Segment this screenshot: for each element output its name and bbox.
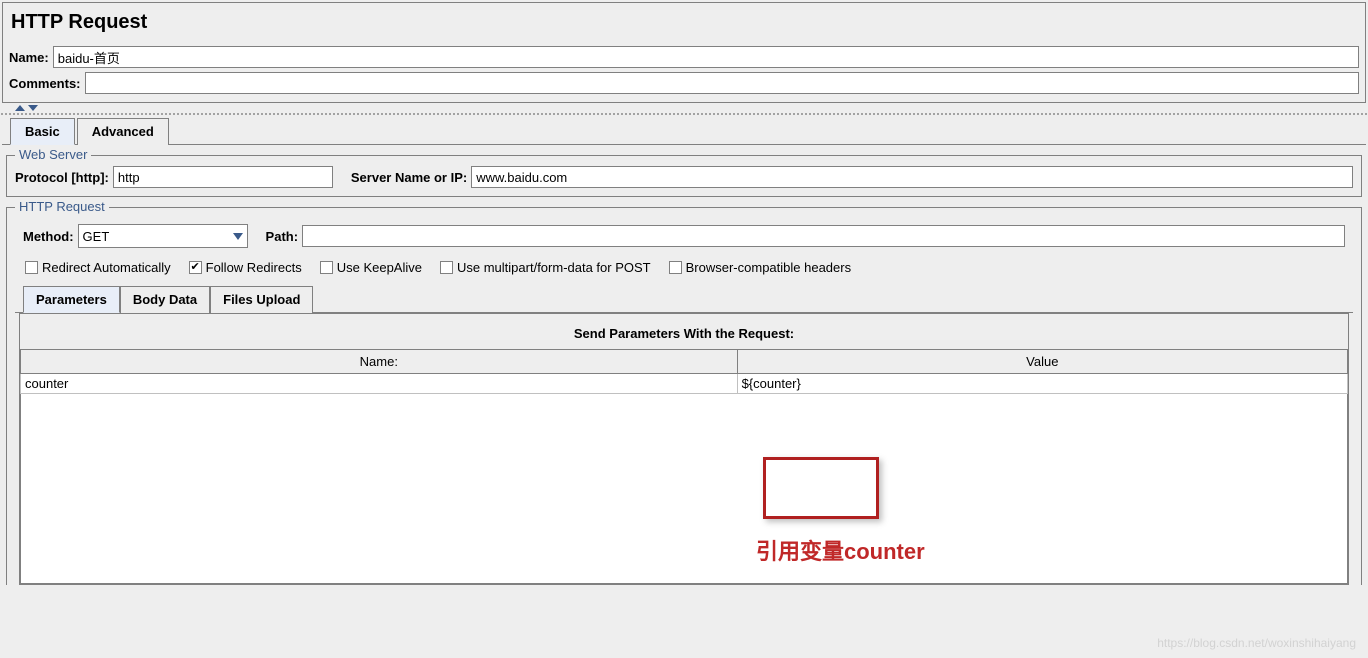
path-input[interactable] bbox=[302, 225, 1345, 247]
config-panel: Basic Advanced Web Server Protocol [http… bbox=[2, 117, 1366, 585]
follow-redirects-label: Follow Redirects bbox=[206, 260, 302, 275]
protocol-input[interactable] bbox=[113, 166, 333, 188]
method-value: GET bbox=[83, 229, 110, 244]
keepalive-label: Use KeepAlive bbox=[337, 260, 422, 275]
parameters-table: Name: Value counter ${counter} bbox=[20, 349, 1348, 394]
splitter-handle[interactable] bbox=[0, 105, 1368, 115]
browser-compat-checkbox[interactable] bbox=[669, 261, 682, 274]
comments-row: Comments: bbox=[9, 72, 1359, 94]
name-input[interactable] bbox=[53, 46, 1359, 68]
redirect-auto-label: Redirect Automatically bbox=[42, 260, 171, 275]
table-empty-area[interactable] bbox=[20, 394, 1348, 584]
param-name-cell[interactable]: counter bbox=[21, 374, 738, 394]
tab-advanced[interactable]: Advanced bbox=[77, 118, 169, 145]
server-name-label: Server Name or IP: bbox=[351, 170, 467, 185]
redirect-auto-checkbox[interactable] bbox=[25, 261, 38, 274]
multipart-checkbox[interactable] bbox=[440, 261, 453, 274]
name-label: Name: bbox=[9, 50, 49, 65]
col-value-header[interactable]: Value bbox=[737, 350, 1347, 374]
comments-label: Comments: bbox=[9, 76, 81, 91]
multipart-label: Use multipart/form-data for POST bbox=[457, 260, 651, 275]
method-label: Method: bbox=[23, 229, 74, 244]
name-row: Name: bbox=[9, 46, 1359, 68]
http-request-legend: HTTP Request bbox=[15, 199, 109, 214]
watermark-text: https://blog.csdn.net/woxinshihaiyang bbox=[1157, 636, 1356, 650]
chevron-down-icon bbox=[233, 233, 243, 240]
tab-body-data[interactable]: Body Data bbox=[120, 286, 210, 313]
web-server-fieldset: Web Server Protocol [http]: Server Name … bbox=[6, 155, 1362, 197]
parameters-title: Send Parameters With the Request: bbox=[20, 326, 1348, 341]
redirect-auto-item[interactable]: Redirect Automatically bbox=[25, 260, 171, 275]
tab-files-upload[interactable]: Files Upload bbox=[210, 286, 313, 313]
browser-compat-item[interactable]: Browser-compatible headers bbox=[669, 260, 851, 275]
panel-title: HTTP Request bbox=[9, 7, 1359, 42]
checkbox-row: Redirect Automatically Follow Redirects … bbox=[15, 254, 1353, 281]
http-request-fieldset: HTTP Request Method: GET Path: Redirect … bbox=[6, 207, 1362, 585]
main-tab-row: Basic Advanced bbox=[2, 117, 1366, 145]
keepalive-item[interactable]: Use KeepAlive bbox=[320, 260, 422, 275]
keepalive-checkbox[interactable] bbox=[320, 261, 333, 274]
comments-input[interactable] bbox=[85, 72, 1359, 94]
tab-basic[interactable]: Basic bbox=[10, 118, 75, 145]
col-name-header[interactable]: Name: bbox=[21, 350, 738, 374]
tab-parameters[interactable]: Parameters bbox=[23, 286, 120, 313]
follow-redirects-checkbox[interactable] bbox=[189, 261, 202, 274]
param-value-cell[interactable]: ${counter} bbox=[737, 374, 1347, 394]
sub-tab-row: Parameters Body Data Files Upload bbox=[15, 285, 1353, 313]
parameters-area: Send Parameters With the Request: Name: … bbox=[19, 313, 1349, 585]
multipart-item[interactable]: Use multipart/form-data for POST bbox=[440, 260, 651, 275]
protocol-label: Protocol [http]: bbox=[15, 170, 109, 185]
browser-compat-label: Browser-compatible headers bbox=[686, 260, 851, 275]
follow-redirects-item[interactable]: Follow Redirects bbox=[189, 260, 302, 275]
method-select[interactable]: GET bbox=[78, 224, 248, 248]
path-label: Path: bbox=[266, 229, 299, 244]
web-server-legend: Web Server bbox=[15, 147, 91, 162]
table-row[interactable]: counter ${counter} bbox=[21, 374, 1348, 394]
http-request-panel: HTTP Request Name: Comments: bbox=[2, 2, 1366, 103]
server-name-input[interactable] bbox=[471, 166, 1353, 188]
